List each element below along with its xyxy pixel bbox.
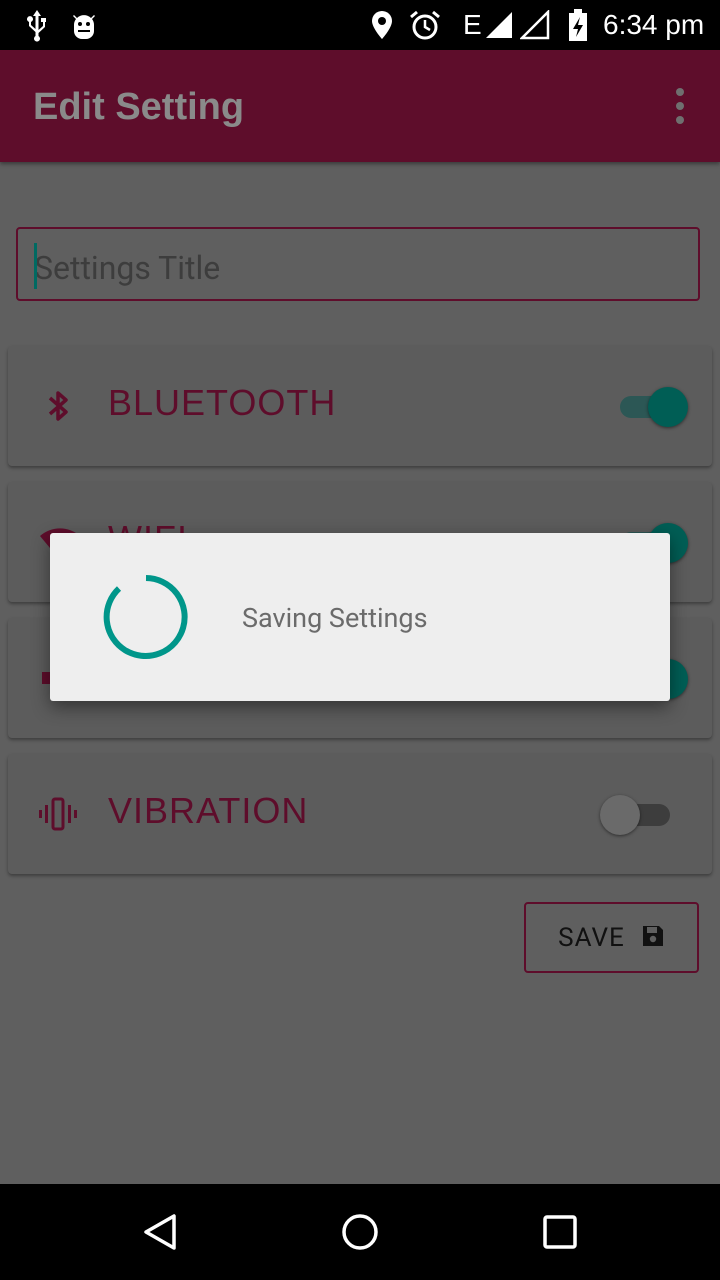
text-caret [34, 243, 37, 289]
floppy-disk-icon [641, 924, 665, 952]
setting-card-bluetooth[interactable]: BLUETOOTH [8, 346, 712, 466]
vibration-toggle[interactable] [600, 795, 670, 835]
battery-charging-icon [567, 0, 589, 50]
recents-icon[interactable] [540, 1212, 580, 1252]
status-bar: E 6:34 pm [0, 0, 720, 50]
app-bar: Edit Setting [0, 50, 720, 162]
bluetooth-toggle[interactable] [618, 387, 688, 427]
home-icon[interactable] [340, 1212, 380, 1252]
save-button-label: SAVE [558, 922, 625, 953]
back-icon[interactable] [140, 1212, 180, 1252]
settings-title-input[interactable]: Settings Title [16, 227, 700, 301]
progress-spinner [103, 574, 189, 660]
alarm-icon [409, 0, 441, 50]
network-type-label: E [463, 9, 482, 40]
usb-icon [24, 0, 50, 50]
signal-empty-icon [520, 0, 550, 50]
setting-label-bluetooth: BLUETOOTH [108, 382, 337, 423]
signal-icon [484, 0, 514, 50]
settings-title-placeholder: Settings Title [34, 249, 221, 287]
saving-dialog: Saving Settings [50, 533, 670, 701]
page-title: Edit Setting [33, 86, 245, 128]
setting-card-vibration[interactable]: VIBRATION [8, 754, 712, 874]
bluetooth-icon [38, 386, 78, 426]
setting-label-vibration: VIBRATION [108, 790, 309, 831]
location-icon [370, 0, 394, 50]
navigation-bar [0, 1184, 720, 1280]
status-time: 6:34 pm [603, 9, 705, 40]
dialog-message: Saving Settings [242, 602, 428, 634]
save-button[interactable]: SAVE [524, 902, 699, 973]
android-debug-icon [70, 0, 98, 50]
vibration-icon [38, 794, 78, 834]
overflow-menu-icon[interactable] [672, 88, 688, 128]
